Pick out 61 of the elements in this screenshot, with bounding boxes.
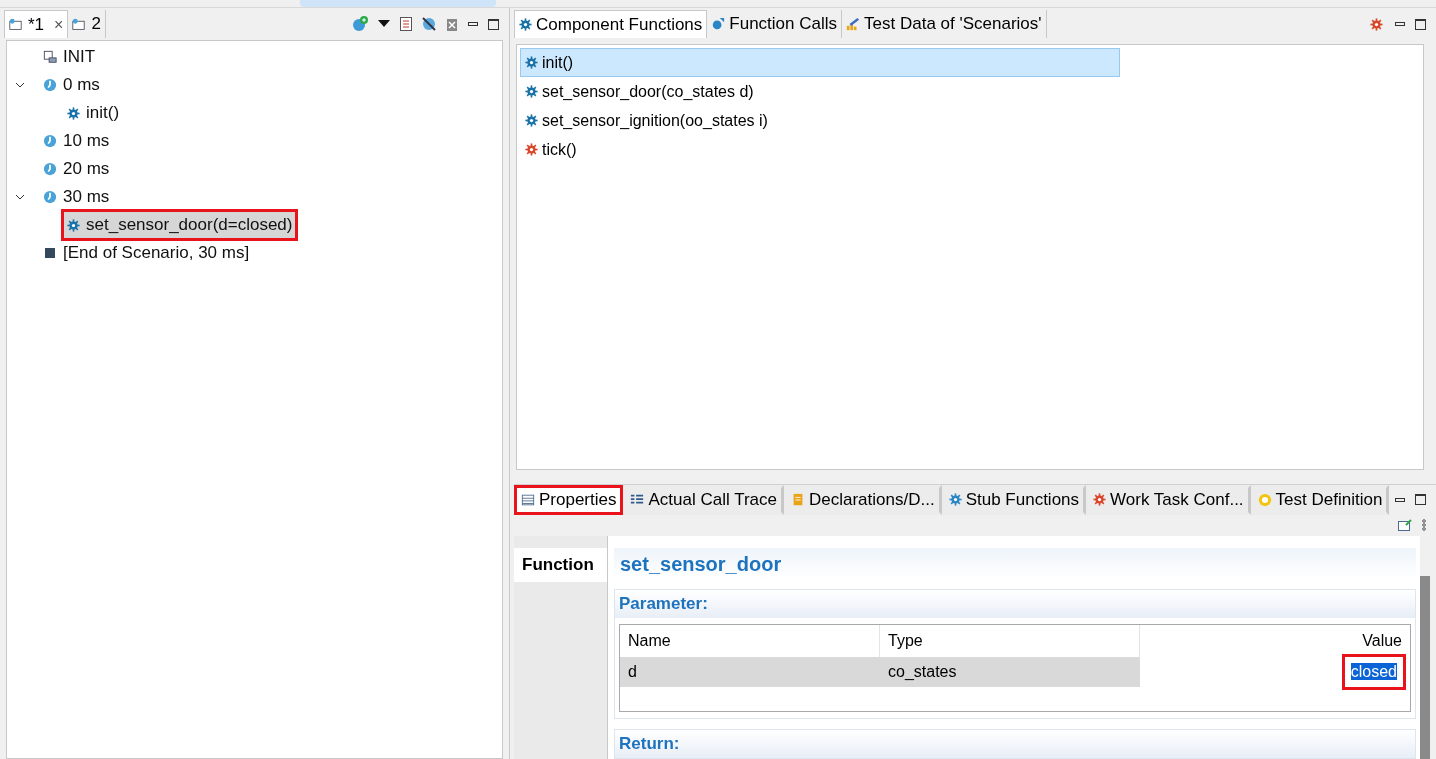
maximize-button[interactable]	[488, 18, 499, 30]
minimize-button[interactable]	[468, 22, 478, 26]
view-tab[interactable]: Stub Functions	[941, 484, 1087, 515]
add-icon[interactable]	[352, 16, 368, 32]
target-icon	[1257, 492, 1272, 507]
scenario-icon	[72, 17, 86, 31]
document-icon	[791, 492, 805, 507]
function-item[interactable]: init()	[520, 48, 1120, 77]
view-tab[interactable]: Actual Call Trace	[623, 484, 784, 515]
editor-tab[interactable]: 2	[68, 10, 106, 38]
init-icon	[43, 50, 57, 64]
stop-icon	[45, 248, 55, 258]
value-field[interactable]: closed	[1350, 663, 1397, 680]
function-item[interactable]: set_sensor_door(co_states d)	[520, 77, 1120, 106]
more-icon[interactable]	[1422, 519, 1426, 531]
scenario-icon	[9, 18, 22, 31]
gear-icon	[525, 85, 538, 98]
gear-icon	[525, 114, 538, 127]
gear-icon	[67, 218, 80, 232]
view-tab[interactable]: Declarations/D...	[784, 484, 942, 515]
delete-icon[interactable]	[446, 17, 458, 31]
view-tab[interactable]: Test Data of 'Scenarios'	[842, 10, 1047, 38]
table-icon	[521, 492, 535, 507]
section-tab[interactable]: Function	[514, 548, 607, 582]
maximize-button[interactable]	[1415, 18, 1426, 30]
function-item[interactable]: set_sensor_ignition(oo_states i)	[520, 106, 1120, 135]
table-cell: d	[620, 657, 880, 687]
minimize-button[interactable]	[1395, 22, 1405, 26]
gear-icon	[525, 56, 538, 69]
chevron-down-icon[interactable]	[15, 192, 25, 202]
view-tab[interactable]: Test Definition	[1250, 484, 1390, 515]
dropdown-icon[interactable]	[378, 20, 390, 28]
clock-icon	[43, 162, 57, 176]
gear-icon	[1093, 493, 1107, 506]
disable-icon[interactable]	[422, 17, 436, 31]
table-cell: co_states	[880, 657, 1140, 687]
gear-icon	[948, 493, 962, 506]
view-tab[interactable]: Component Functions	[514, 10, 708, 38]
clock-icon	[43, 134, 57, 148]
close-button[interactable]: ×	[54, 12, 64, 37]
gear-icon	[519, 18, 532, 31]
function-item[interactable]: tick()	[520, 135, 1120, 164]
chevron-down-icon[interactable]	[15, 80, 25, 90]
view-tab[interactable]: Function Calls	[707, 10, 843, 38]
scrollbar[interactable]	[1420, 576, 1430, 759]
clock-icon	[43, 78, 57, 92]
clock-icon	[43, 190, 57, 204]
view-tab[interactable]: Work Task Conf...	[1086, 484, 1251, 515]
column-header: Value	[1361, 631, 1403, 651]
minimize-button[interactable]	[1395, 497, 1405, 502]
chart-icon	[846, 17, 861, 31]
maximize-button[interactable]	[1415, 494, 1426, 505]
gear-icon	[525, 143, 538, 156]
tree-item[interactable]: set_sensor_door(d=closed)	[61, 209, 299, 241]
view-tab[interactable]: Properties	[514, 484, 624, 515]
edit-icon[interactable]	[1398, 519, 1412, 531]
gear-icon	[67, 106, 80, 120]
editor-tab[interactable]: *1 ×	[4, 10, 69, 38]
document-icon[interactable]	[400, 17, 412, 31]
list-icon	[630, 492, 645, 507]
gear-icon	[1370, 17, 1383, 31]
